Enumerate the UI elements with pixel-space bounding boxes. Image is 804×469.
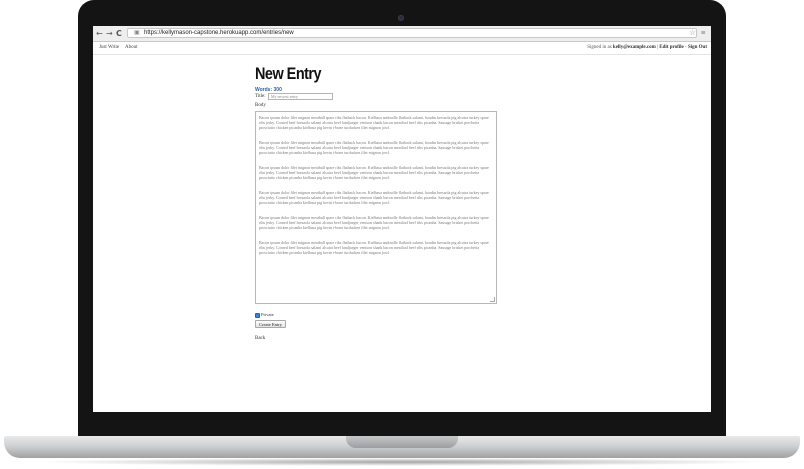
body-paragraph: Bacon ipsum dolor filet mignon meatball … (259, 140, 489, 156)
signed-in-label: Signed in as (587, 45, 612, 50)
body-paragraph: Bacon ipsum dolor filet mignon meatball … (259, 240, 489, 256)
body-paragraph: Bacon ipsum dolor filet mignon meatball … (259, 115, 489, 131)
browser-menu-icon[interactable]: ≡ (701, 29, 706, 37)
signed-in-user: kelly@example.com (612, 45, 656, 50)
create-entry-button[interactable]: Create Entry (255, 320, 286, 328)
page-icon: ▣ (134, 30, 140, 36)
body-paragraph: Bacon ipsum dolor filet mignon meatball … (259, 190, 489, 206)
body-textarea[interactable]: Bacon ipsum dolor filet mignon meatball … (255, 111, 497, 304)
address-bar-url: https://kellymason-capstone.herokuapp.co… (144, 30, 294, 36)
laptop-hinge-notch (346, 436, 458, 448)
back-link[interactable]: Back (255, 336, 265, 342)
edit-profile-link[interactable]: Edit profile (659, 45, 684, 50)
private-label: Private (261, 312, 274, 317)
address-bar[interactable]: ▣ https://kellymason-capstone.herokuapp.… (127, 28, 697, 38)
back-arrow-icon[interactable]: ← (96, 29, 103, 38)
resize-handle-icon[interactable] (490, 297, 495, 302)
forward-arrow-icon[interactable]: → (106, 29, 113, 38)
bookmark-star-icon[interactable]: ☆ (689, 29, 696, 37)
reload-icon[interactable]: C (116, 29, 122, 38)
sign-out-link[interactable]: Sign Out (688, 45, 707, 50)
browser-screen: ← → C ▣ https://kellymason-capstone.hero… (93, 26, 711, 412)
browser-toolbar: ← → C ▣ https://kellymason-capstone.hero… (93, 26, 711, 42)
account-area: Signed in as kelly@example.com | Edit pr… (587, 45, 707, 50)
body-paragraph: Bacon ipsum dolor filet mignon meatball … (259, 215, 489, 231)
camera-icon (398, 15, 404, 21)
page-title: New Entry (255, 64, 322, 83)
body-label: Body (255, 103, 266, 108)
site-navbar: Just Write About Signed in as kelly@exam… (93, 42, 711, 55)
private-checkbox[interactable] (255, 313, 260, 318)
nav-link-about[interactable]: About (125, 45, 138, 51)
body-paragraph: Bacon ipsum dolor filet mignon meatball … (259, 165, 489, 181)
nav-link-just-write[interactable]: Just Write (99, 45, 119, 51)
title-input[interactable]: My newest entry (268, 93, 333, 100)
title-label: Title: (255, 94, 266, 99)
laptop-shadow (30, 458, 774, 466)
account-separator: - (685, 45, 687, 50)
